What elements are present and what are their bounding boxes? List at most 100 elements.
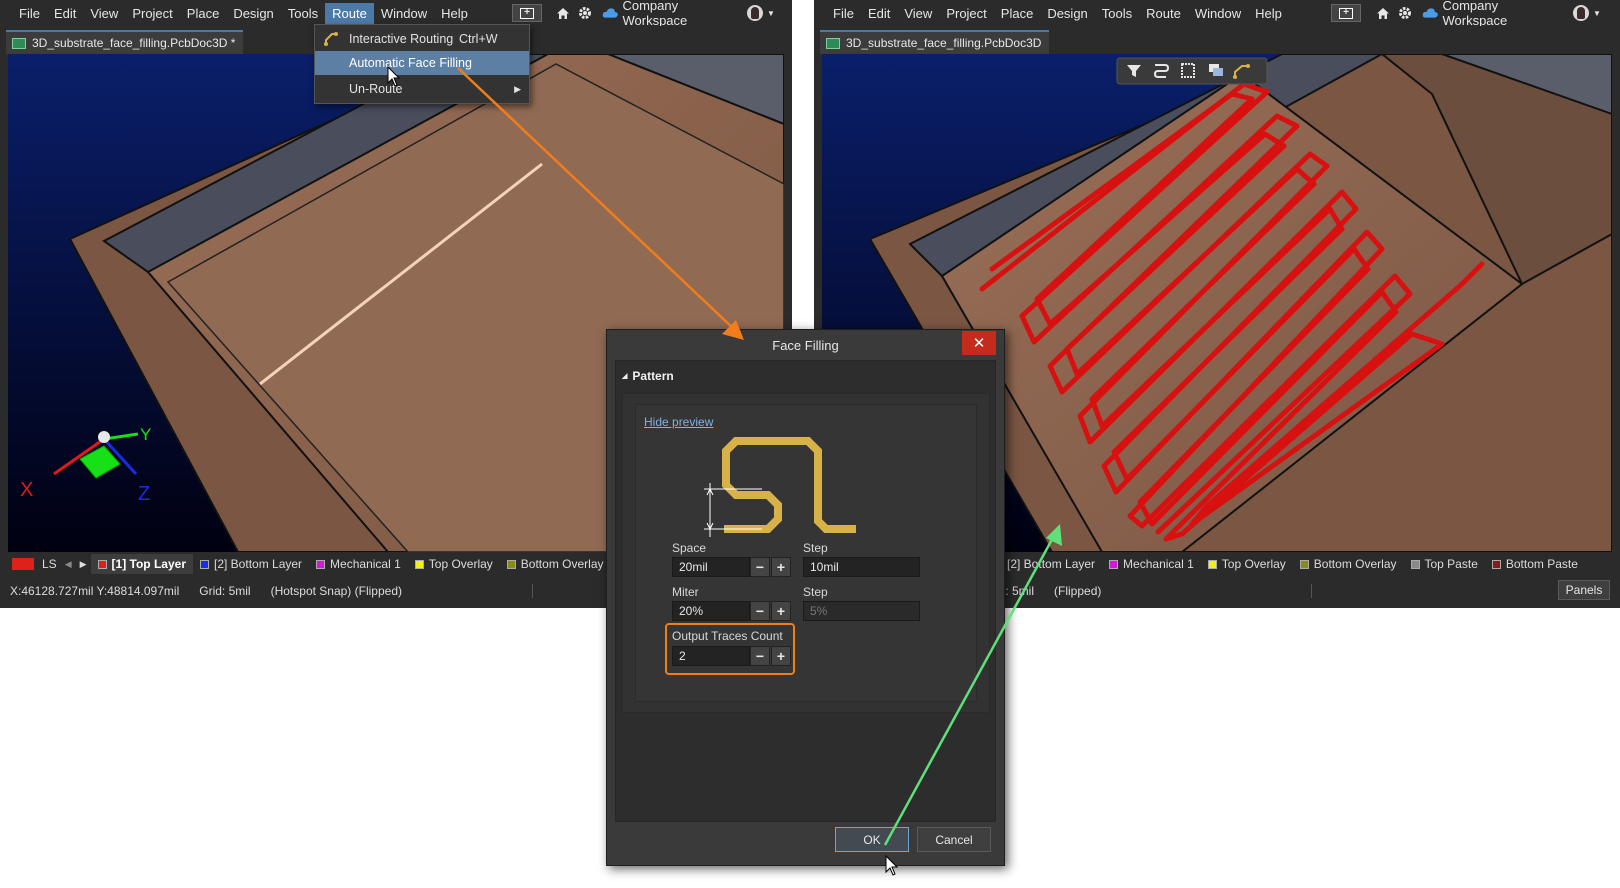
layer-label: [1] Top Layer	[111, 557, 186, 571]
space-decrement-button[interactable]: −	[750, 557, 770, 577]
menu-help[interactable]: Help	[434, 3, 475, 24]
hide-preview-link[interactable]: Hide preview	[644, 415, 713, 429]
miter-decrement-button[interactable]: −	[750, 601, 770, 621]
left-avatar[interactable]: ▼	[744, 4, 778, 22]
menu-tools[interactable]: Tools	[281, 3, 325, 24]
left-gear-icon[interactable]	[576, 4, 594, 22]
layer-color-swatch	[1491, 559, 1501, 569]
menu-place[interactable]: Place	[180, 3, 227, 24]
right-workspace-button[interactable]: Company Workspace	[1422, 0, 1556, 28]
right-avatar[interactable]: ▼	[1570, 4, 1604, 22]
right-document-tab-label: 3D_substrate_face_filling.PcbDoc3D	[846, 36, 1042, 50]
menu-help[interactable]: Help	[1248, 3, 1289, 24]
left-add-button[interactable]: +	[512, 4, 542, 22]
menu-file[interactable]: File	[826, 3, 861, 24]
axis-x-label: X	[20, 479, 33, 501]
cloud-icon	[1422, 8, 1438, 18]
output-traces-input[interactable]: 2	[672, 646, 750, 666]
left-document-tab[interactable]: 3D_substrate_face_filling.PcbDoc3D *	[6, 30, 244, 54]
layer-label: Bottom Paste	[1505, 557, 1578, 571]
miter-increment-button[interactable]: +	[771, 601, 791, 621]
layer-color-swatch	[506, 559, 516, 569]
layer-color-swatch	[1410, 559, 1420, 569]
minus-icon: −	[755, 603, 765, 619]
plus-box-icon: +	[1339, 7, 1353, 19]
minus-icon: −	[755, 559, 765, 575]
menu-project[interactable]: Project	[125, 3, 179, 24]
traces-decrement-button[interactable]: −	[750, 646, 770, 666]
menu-file[interactable]: File	[12, 3, 47, 24]
menu-design[interactable]: Design	[226, 3, 280, 24]
layer-label: Top Overlay	[1221, 557, 1286, 571]
menu-item-label: Interactive Routing	[349, 32, 454, 46]
layer-tab-bottom-overlay[interactable]: Bottom Overlay	[500, 554, 611, 574]
menu-view[interactable]: View	[83, 3, 125, 24]
layer-next-icon[interactable]: ▶	[76, 559, 91, 570]
close-button[interactable]: ✕	[962, 331, 996, 355]
layer-tab-bottom-paste[interactable]: Bottom Paste	[1485, 554, 1585, 574]
current-layer-swatch[interactable]	[12, 558, 34, 570]
menu-view[interactable]: View	[897, 3, 939, 24]
layer-color-swatch	[1207, 559, 1217, 569]
layer-tab-bottom-overlay[interactable]: Bottom Overlay	[1293, 554, 1404, 574]
miter-step-label: Step	[803, 585, 828, 599]
menu-item-interactive-routing[interactable]: Interactive Routing Ctrl+W	[315, 27, 529, 51]
3d-toolbar	[1116, 57, 1268, 85]
menu-window[interactable]: Window	[1188, 3, 1248, 24]
user-avatar-icon	[747, 5, 764, 21]
traces-increment-button[interactable]: +	[771, 646, 791, 666]
layer-tab-mechanical[interactable]: Mechanical 1	[1102, 554, 1201, 574]
layer-tab-top-paste[interactable]: Top Paste	[1404, 554, 1485, 574]
layer-prev-icon[interactable]: ◀	[61, 559, 76, 570]
chevron-down-icon: ▼	[767, 8, 775, 18]
status-divider	[531, 584, 533, 598]
miter-input[interactable]: 20%	[672, 601, 750, 621]
right-gear-icon[interactable]	[1396, 4, 1414, 22]
right-tab-row: 3D_substrate_face_filling.PcbDoc3D	[814, 26, 1620, 54]
menu-tools[interactable]: Tools	[1095, 3, 1139, 24]
menu-edit[interactable]: Edit	[861, 3, 897, 24]
ok-button[interactable]: OK	[835, 827, 909, 852]
space-increment-button[interactable]: +	[771, 557, 791, 577]
menu-project[interactable]: Project	[939, 3, 993, 24]
chevron-down-icon: ▼	[1593, 8, 1601, 18]
menu-route[interactable]: Route	[325, 2, 374, 24]
menu-place[interactable]: Place	[994, 3, 1041, 24]
layer-tab-top-overlay[interactable]: Top Overlay	[408, 554, 500, 574]
miter-step-input: 5%	[803, 601, 920, 621]
right-document-tab[interactable]: 3D_substrate_face_filling.PcbDoc3D	[820, 30, 1050, 54]
menu-item-automatic-face-filling[interactable]: Automatic Face Filling	[315, 51, 529, 75]
layer-tab-mechanical[interactable]: Mechanical 1	[309, 554, 408, 574]
layer-tab-bottom[interactable]: [2] Bottom Layer	[193, 554, 309, 574]
layer-set-button[interactable]: LS	[38, 554, 61, 574]
axis-y-label: Y	[140, 425, 151, 444]
right-add-button[interactable]: +	[1331, 4, 1361, 22]
dialog-title: Face Filling	[607, 330, 1004, 360]
status-divider	[1311, 584, 1313, 598]
layer-color-swatch	[1109, 559, 1119, 569]
menu-item-un-route[interactable]: Un-Route ▶	[315, 77, 529, 101]
submenu-arrow-icon: ▶	[514, 83, 521, 94]
pattern-section-header[interactable]: ◢ Pattern	[622, 369, 674, 383]
workspace-label: Company Workspace	[1442, 0, 1508, 28]
pattern-preview-image	[704, 437, 856, 537]
layer-tab-top-overlay[interactable]: Top Overlay	[1201, 554, 1293, 574]
menu-design[interactable]: Design	[1040, 3, 1094, 24]
dialog-body: ◢ Pattern Hide preview Space 20mil − + S…	[615, 360, 996, 822]
menu-edit[interactable]: Edit	[47, 3, 83, 24]
route-dropdown-menu: Interactive Routing Ctrl+W Automatic Fac…	[314, 24, 530, 104]
menu-route[interactable]: Route	[1139, 3, 1188, 24]
menu-item-label: Un-Route	[349, 82, 403, 96]
menu-window[interactable]: Window	[374, 3, 434, 24]
left-workspace-button[interactable]: Company Workspace	[602, 0, 736, 28]
layer-label: Top Overlay	[428, 557, 493, 571]
space-input[interactable]: 20mil	[672, 557, 750, 577]
right-home-icon[interactable]	[1374, 4, 1392, 22]
space-step-input[interactable]: 10mil	[803, 557, 920, 577]
cancel-button[interactable]: Cancel	[917, 827, 991, 852]
panels-button[interactable]: Panels	[1558, 580, 1610, 600]
left-home-icon[interactable]	[554, 4, 572, 22]
layer-tab-top[interactable]: [1] Top Layer	[90, 554, 193, 574]
plus-icon: +	[776, 559, 786, 575]
plus-icon: +	[776, 648, 786, 664]
